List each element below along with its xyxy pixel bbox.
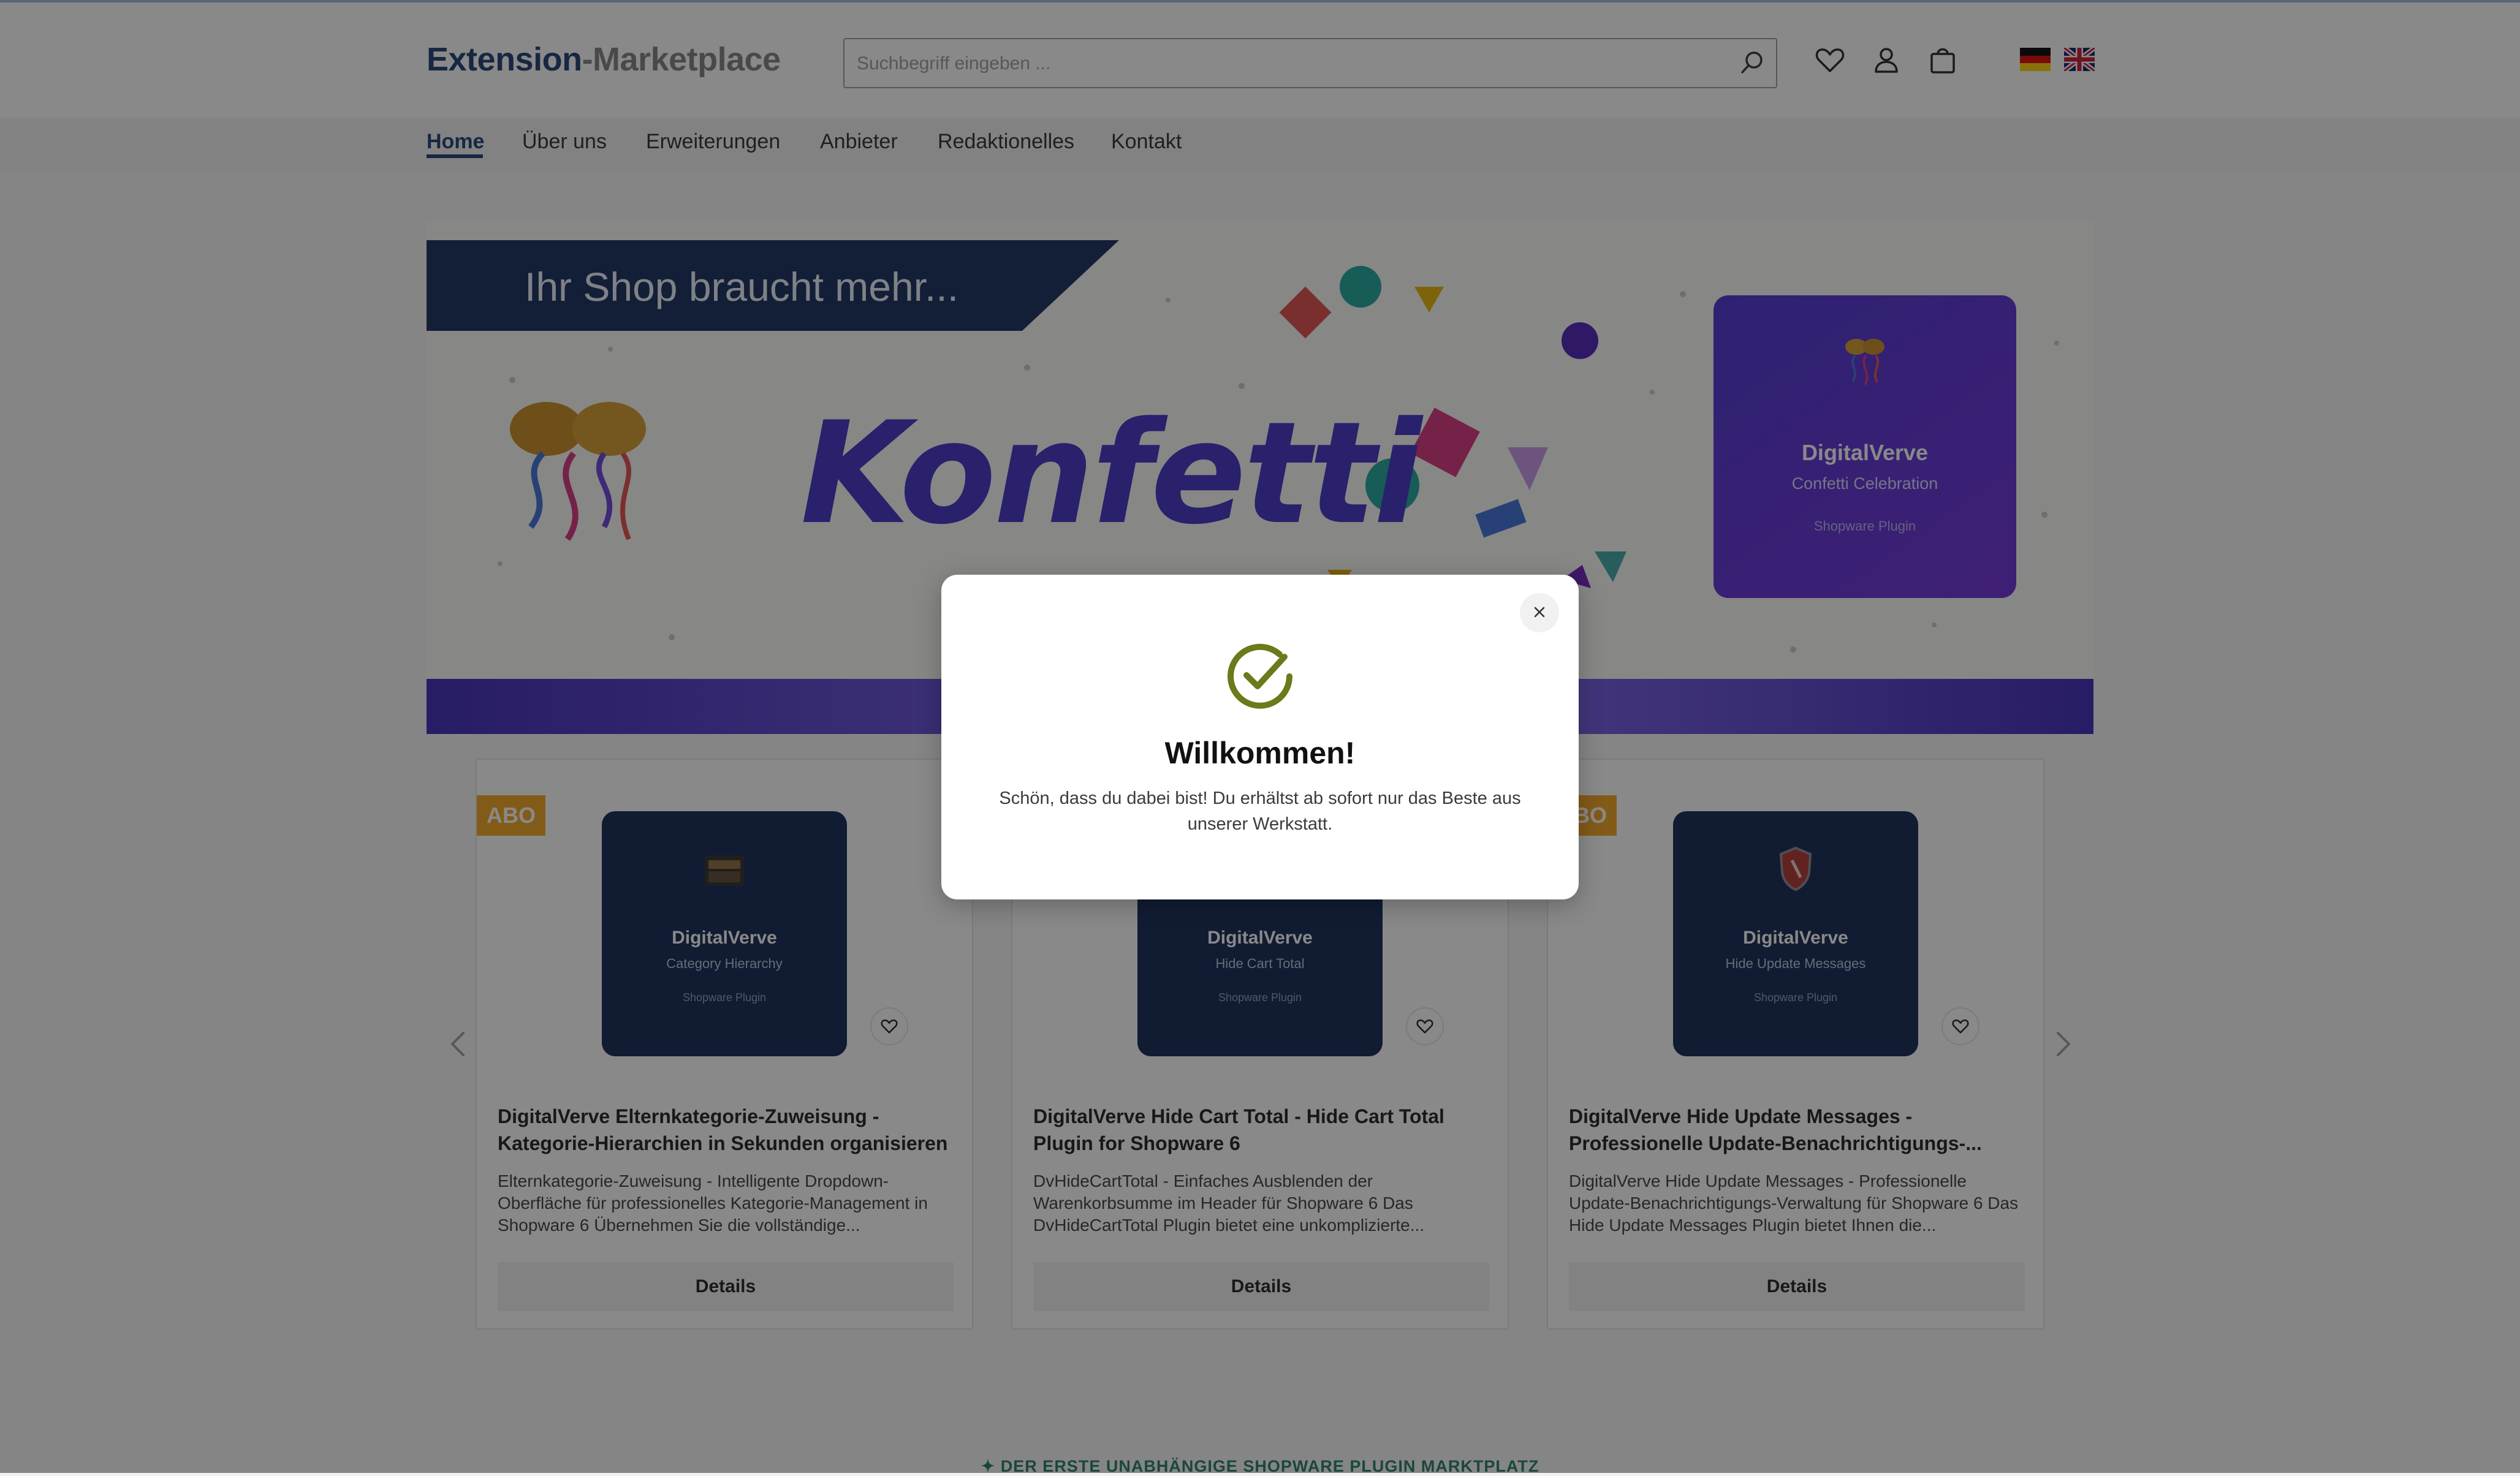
check-circle-icon [1228,643,1292,709]
modal-title: Willkommen! [1164,736,1356,770]
close-icon [1534,607,1545,617]
modal-text: Schön, dass du dabei bist! Du erhältst a… [999,789,1521,834]
close-button[interactable] [1520,593,1559,632]
welcome-modal: Willkommen! Schön, dass du dabei bist! D… [941,575,1579,899]
